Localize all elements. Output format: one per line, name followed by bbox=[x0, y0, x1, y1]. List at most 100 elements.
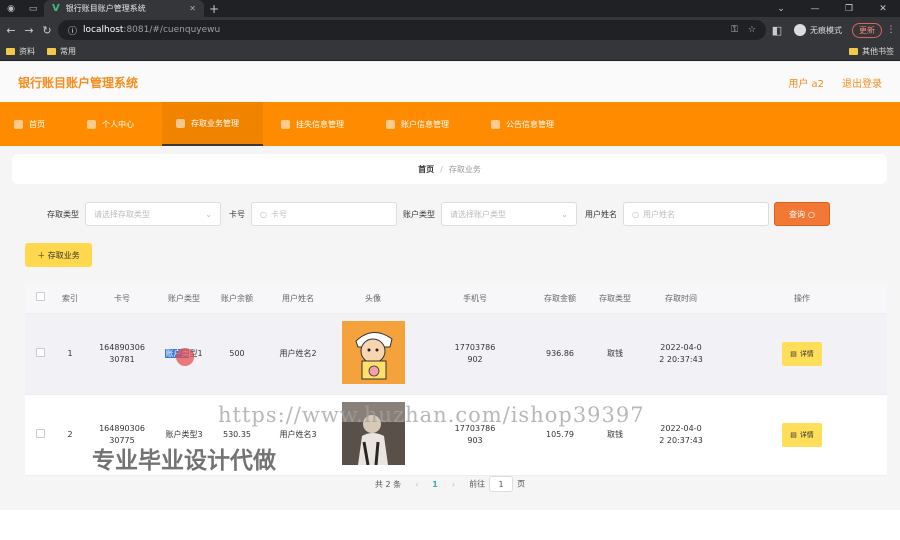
other-bookmarks[interactable]: 其他书签 bbox=[849, 46, 894, 57]
user-name-placeholder: 用户姓名 bbox=[642, 209, 675, 219]
key-icon[interactable]: ⚿ bbox=[731, 25, 738, 35]
bookmark-label: 其他书签 bbox=[862, 47, 894, 56]
app-header: 银行账目账户管理系统 用户 a2 退出登录 bbox=[0, 62, 900, 102]
tab-search-icon[interactable]: ◉ bbox=[0, 4, 22, 14]
column-header: 用户姓名 bbox=[282, 293, 314, 303]
sidebar-icon[interactable]: ◧ bbox=[770, 24, 784, 37]
bookmarks-bar: 资料 常用 其他书签 bbox=[0, 43, 900, 61]
row-checkbox[interactable] bbox=[35, 347, 45, 357]
folder-icon bbox=[47, 48, 56, 55]
time-line: 2022-04-0 bbox=[660, 424, 702, 433]
forward-icon[interactable]: → bbox=[22, 24, 36, 37]
card-placeholder: 卡号 bbox=[270, 209, 287, 219]
user-name[interactable]: 用户 a2 bbox=[788, 75, 824, 90]
page-suffix: 页 bbox=[517, 479, 526, 489]
user-name-label: 用户姓名 bbox=[585, 209, 617, 219]
back-icon[interactable]: ← bbox=[4, 24, 18, 37]
reload-icon[interactable]: ↻ bbox=[40, 24, 54, 37]
nav-item-notice[interactable]: 公告信息管理 bbox=[477, 102, 568, 146]
bookmark-folder[interactable]: 常用 bbox=[47, 46, 76, 57]
goto-input[interactable]: 1 bbox=[489, 476, 514, 492]
url-field[interactable]: ⓘ localhost:8081/#/cuenquyewu ⚿ ☆ bbox=[58, 20, 766, 40]
star-icon[interactable]: ☆ bbox=[748, 25, 756, 35]
logout-link[interactable]: 退出登录 bbox=[842, 75, 882, 90]
nav-item-deposit[interactable]: 存取业务管理 bbox=[162, 102, 263, 146]
index-cell: 2 bbox=[67, 430, 73, 439]
phone-line: 902 bbox=[467, 355, 483, 364]
column-header: 手机号 bbox=[463, 293, 487, 303]
column-header: 操作 bbox=[794, 293, 810, 303]
add-label: ＋ 存取业务 bbox=[37, 250, 80, 260]
menu-kebab-icon[interactable]: ⋮ bbox=[886, 25, 896, 35]
breadcrumb-current: 存取业务 bbox=[448, 164, 481, 174]
action-cell: ▤ 详情 bbox=[717, 423, 887, 447]
search-icon: ○ bbox=[632, 209, 639, 219]
update-button[interactable]: 更新 bbox=[852, 22, 882, 38]
info-icon[interactable]: ⓘ bbox=[68, 24, 77, 37]
nav-item-loss[interactable]: 挂失信息管理 bbox=[267, 102, 372, 146]
prev-page-icon[interactable]: ‹ bbox=[415, 480, 418, 489]
time-line: 2 20:37:43 bbox=[659, 436, 703, 445]
amount-cell: 936.86 bbox=[546, 349, 574, 358]
nav-label: 挂失信息管理 bbox=[296, 119, 344, 129]
nav-menu: 首页 个人中心 存取业务管理 挂失信息管理 账户信息管理 公告信息管理 bbox=[0, 102, 900, 146]
breadcrumb-separator: / bbox=[440, 164, 443, 174]
action-cell: ▤ 详情 bbox=[717, 342, 887, 366]
type-select[interactable]: 请选择存取类型 ⌄ bbox=[85, 202, 221, 226]
home-icon bbox=[14, 119, 23, 129]
search-icon: ○ bbox=[260, 209, 267, 219]
user-icon bbox=[87, 119, 96, 129]
bookmark-label: 常用 bbox=[60, 47, 76, 56]
bookmark-folder[interactable]: 资料 bbox=[6, 46, 35, 57]
nav-item-profile[interactable]: 个人中心 bbox=[73, 102, 148, 146]
column-header: 索引 bbox=[62, 293, 78, 303]
cursor-highlight bbox=[176, 348, 194, 366]
chevron-down-icon: ⌄ bbox=[561, 209, 568, 219]
phone-line: 17703786 bbox=[454, 343, 496, 352]
window-controls: ⌄ — ❐ ✕ bbox=[764, 4, 900, 14]
url-path: :8081/#/cuenquyewu bbox=[123, 25, 221, 35]
account-type-label: 账户类型 bbox=[403, 209, 435, 219]
query-button[interactable]: 查询 ○ bbox=[774, 202, 830, 226]
new-tab-button[interactable]: + bbox=[204, 2, 224, 16]
page-number[interactable]: 1 bbox=[432, 480, 438, 489]
watermark-url: https://www.huzhan.com/ishop39397 bbox=[218, 403, 645, 427]
amount-cell: 105.79 bbox=[546, 430, 574, 439]
nav-item-home[interactable]: 首页 bbox=[0, 102, 59, 146]
card-input[interactable]: ○ 卡号 bbox=[251, 202, 397, 226]
chevron-down-icon[interactable]: ⌄ bbox=[764, 4, 798, 14]
card-line: 164890306 bbox=[99, 424, 145, 433]
account-type-cell: 账户类型3 bbox=[165, 430, 203, 439]
vue-logo-icon: V bbox=[52, 3, 60, 14]
tab-close-icon[interactable]: ✕ bbox=[189, 4, 196, 13]
detail-button[interactable]: ▤ 详情 bbox=[782, 423, 822, 447]
add-deposit-button[interactable]: ＋ 存取业务 bbox=[25, 243, 92, 267]
restore-icon[interactable]: ❐ bbox=[832, 4, 866, 14]
user-name-input[interactable]: ○ 用户姓名 bbox=[623, 202, 769, 226]
detail-label: 详情 bbox=[799, 431, 814, 439]
close-icon[interactable]: ✕ bbox=[866, 4, 900, 14]
avatar-cartoon-image[interactable] bbox=[341, 320, 405, 384]
address-bar-row: ← → ↻ ⓘ localhost:8081/#/cuenquyewu ⚿ ☆ … bbox=[0, 17, 900, 43]
time-line: 2 20:37:43 bbox=[659, 355, 703, 364]
select-all-checkbox[interactable] bbox=[35, 292, 45, 301]
phone-cell: 17703786 902 bbox=[415, 342, 535, 366]
list-icon bbox=[281, 119, 290, 129]
nav-item-account[interactable]: 账户信息管理 bbox=[372, 102, 477, 146]
balance-cell: 530.35 bbox=[223, 430, 251, 439]
incognito-indicator[interactable]: 无痕模式 bbox=[788, 24, 848, 36]
account-type-select[interactable]: 请选择账户类型 ⌄ bbox=[441, 202, 577, 226]
incognito-avatar-icon bbox=[794, 24, 806, 36]
window-icon[interactable]: ▭ bbox=[22, 4, 44, 14]
minimize-icon[interactable]: — bbox=[798, 4, 832, 14]
column-header: 存取金额 bbox=[544, 293, 576, 303]
row-checkbox[interactable] bbox=[35, 428, 45, 438]
browser-tab[interactable]: V 银行账目账户管理系统 ✕ bbox=[44, 0, 204, 17]
next-page-icon[interactable]: › bbox=[452, 480, 455, 489]
detail-button[interactable]: ▤ 详情 bbox=[782, 342, 822, 366]
chevron-down-icon: ⌄ bbox=[205, 209, 212, 219]
breadcrumb-home[interactable]: 首页 bbox=[418, 164, 434, 175]
row-select-cell bbox=[25, 347, 55, 361]
card-label: 卡号 bbox=[229, 209, 245, 219]
table-row: 1 16489030630781 账户类型1 500 用户姓名2 1770378… bbox=[25, 314, 887, 395]
